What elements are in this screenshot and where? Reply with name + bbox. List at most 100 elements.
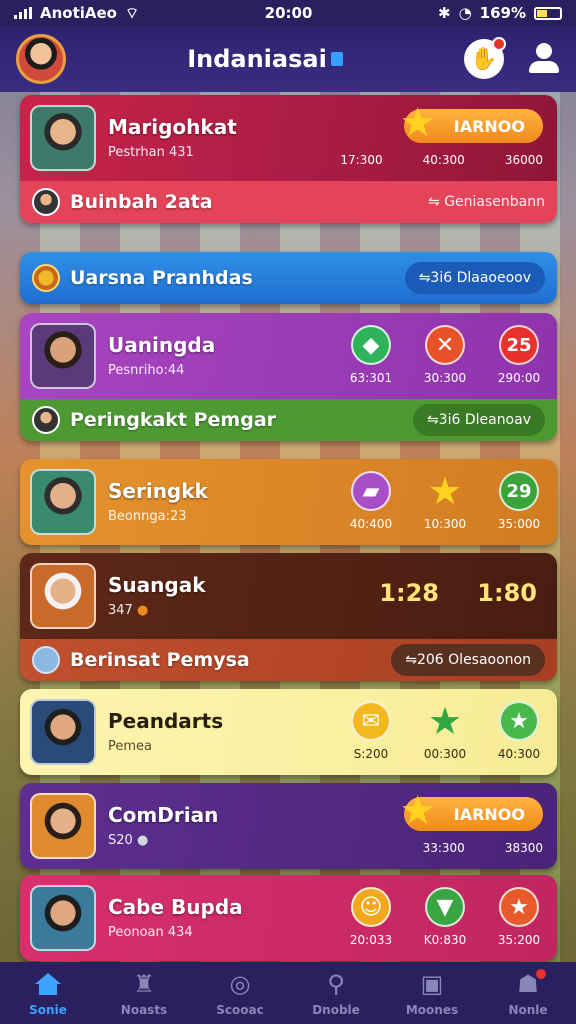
stat-item: ☺ 20:033 [343,887,399,947]
footer-action[interactable]: ⇋ Geniasenbann [428,194,545,210]
reward-badge[interactable]: ★ IARNOO [400,103,543,143]
balloon-icon: ● [136,603,149,618]
player-card[interactable]: Peandarts Pemea ✉ S:200 ★ 00:300 ★ 40:300 [20,689,557,775]
search-icon: ◎ [229,970,251,998]
footer-action[interactable]: ⇋ 206 Olesaoonon [391,644,545,676]
balloon-icon: ● [136,833,149,848]
player-portrait [30,469,96,535]
card-footer[interactable]: Peringkakt Pemgar ⇋ 3i6 Dleanoav [20,399,557,441]
shield-badge-icon [32,264,60,292]
battery-percent: 169% [479,4,526,22]
cross-icon: ✕ [425,325,465,365]
notification-dot [491,37,506,51]
nav-label: Dnoble [312,1003,360,1017]
player-portrait [30,699,96,765]
card-footer[interactable]: Berinsat Pemysa ⇋ 206 Olesaoonon [20,639,557,681]
player-card[interactable]: Cabe Bupda Peonoan 434 ☺ 20:033 ▼ K0:830 ★… [20,875,557,961]
home-icon [35,973,61,995]
star-badge-icon: ★ [499,701,539,741]
stat-value: 35:000 [497,517,541,531]
bottom-navigation: Sonie ♜ Noasts ◎ Scooac ⚲ Dnoble ▣ Moone… [0,962,576,1024]
player-card[interactable]: Marigohkat Pestrhan 431 ★ IARNOO 17:300 … [20,95,557,223]
stat-item: ★ 35:200 [491,887,547,947]
stat-item: ✕ 30:300 [417,325,473,385]
stat-value: K0:830 [423,933,467,947]
player-portrait [30,563,96,629]
player-portrait [30,105,96,171]
nav-noasts[interactable]: ♜ Noasts [96,969,192,1017]
nav-home[interactable]: Sonie [0,969,96,1017]
player-name: Peandarts [108,709,224,733]
player-card[interactable]: Suangak 347 ● 1:28 1:80 Berinsat Pemysa … [20,553,557,681]
magnify-icon: ⚲ [327,970,345,998]
nav-dnoble[interactable]: ⚲ Dnoble [288,969,384,1017]
stat-value: 17:300 [340,153,383,167]
footer-action-label: Geniasenbann [444,194,545,210]
star-icon: ★ [427,699,463,743]
status-bar: AnotiAeo ⌔ 20:00 ✱ ◔ 169% [0,0,576,26]
nav-label: Scooac [216,1003,264,1017]
star-icon: ★ [399,100,436,146]
nav-label: Sonie [29,1003,67,1017]
footer-action[interactable]: ⇋ 3i6 Dleanoav [412,404,545,436]
stat-value: 33:300 [422,841,465,855]
signal-icon [14,7,32,19]
footer-action-label: 3i6 Dleanoav [438,412,531,428]
stat-value: 63:301 [349,371,393,385]
profile-icon[interactable] [528,43,560,75]
player-subtitle: S20 ● [108,833,148,848]
stat-item: ★ 40:300 [491,701,547,761]
profile-icon: ☗ [517,970,539,998]
app-title-text: Indaniasai [187,45,327,73]
player-subtitle-text: 347 [108,603,133,618]
player-name: Suangak [108,573,206,597]
stat-values: 33:300 38300 [423,841,543,855]
player-name: Seringkk [108,479,208,503]
trophy-icon: ♜ [133,970,155,998]
card-footer[interactable]: Buinbah 2ata ⇋ Geniasenbann [20,181,557,223]
wallet-icon: ▣ [420,970,444,998]
user-avatar[interactable] [16,34,66,84]
stat-item: ◆ 63:301 [343,325,399,385]
footer-action-label: 206 Olesaoonon [416,652,531,668]
section-banner[interactable]: Uarsna Pranhdas ⇋ 3i6 Dlaaoeoov [20,252,557,304]
mini-avatar [32,406,60,434]
nav-label: Moones [405,1003,459,1017]
gem-icon [32,646,60,674]
banner-action[interactable]: ⇋ 3i6 Dlaaoeoov [404,262,545,294]
pin-icon: ▼ [425,887,465,927]
stat-item: ✉ S:200 [343,701,399,761]
nav-moones[interactable]: ▣ Moones [384,969,480,1017]
mini-avatar [32,188,60,216]
player-card[interactable]: Uaningda Pesnriho:44 ◆ 63:301 ✕ 30:300 25 2… [20,313,557,441]
footer-title: Berinsat Pemysa [70,649,250,671]
stat-value: 35:200 [497,933,541,947]
reward-badge[interactable]: ★ IARNOO [400,791,543,831]
nav-scooac[interactable]: ◎ Scooac [192,969,288,1017]
smile-icon: ☺ [351,887,391,927]
star-badge-icon: ★ [499,887,539,927]
nav-nonle[interactable]: ☗ Nonle [480,969,576,1017]
stat-item: ★ 00:300 [417,699,473,761]
stat-value: 38300 [504,841,543,855]
star-icon: ★ [399,788,436,834]
bell-icon: ✋ [470,46,498,72]
player-subtitle: Peonoan 434 [108,925,193,940]
reward-badge-label: IARNOO [453,804,525,824]
stat-value: 36000 [504,153,543,167]
player-card[interactable]: Seringkk Beonnga:23 ▰ 40:400 ★ 10:300 29 35… [20,459,557,545]
notifications-button[interactable]: ✋ [463,37,506,79]
stat-value: 10:300 [423,517,467,531]
player-subtitle: Pemea [108,739,153,754]
player-name: ComDrian [108,803,219,827]
player-name: Uaningda [108,333,216,357]
stat-value: 30:300 [423,371,467,385]
verified-icon [330,52,343,66]
badge-icon: ✉ [351,701,391,741]
stat-value: 00:300 [423,747,467,761]
player-card[interactable]: ComDrian S20 ● ★ IARNOO 33:300 38300 [20,783,557,869]
nav-label: Nonle [508,1003,548,1017]
footer-title: Buinbah 2ata [70,191,213,213]
clock: 20:00 [264,4,313,22]
app-title: Indaniasai [187,45,343,73]
